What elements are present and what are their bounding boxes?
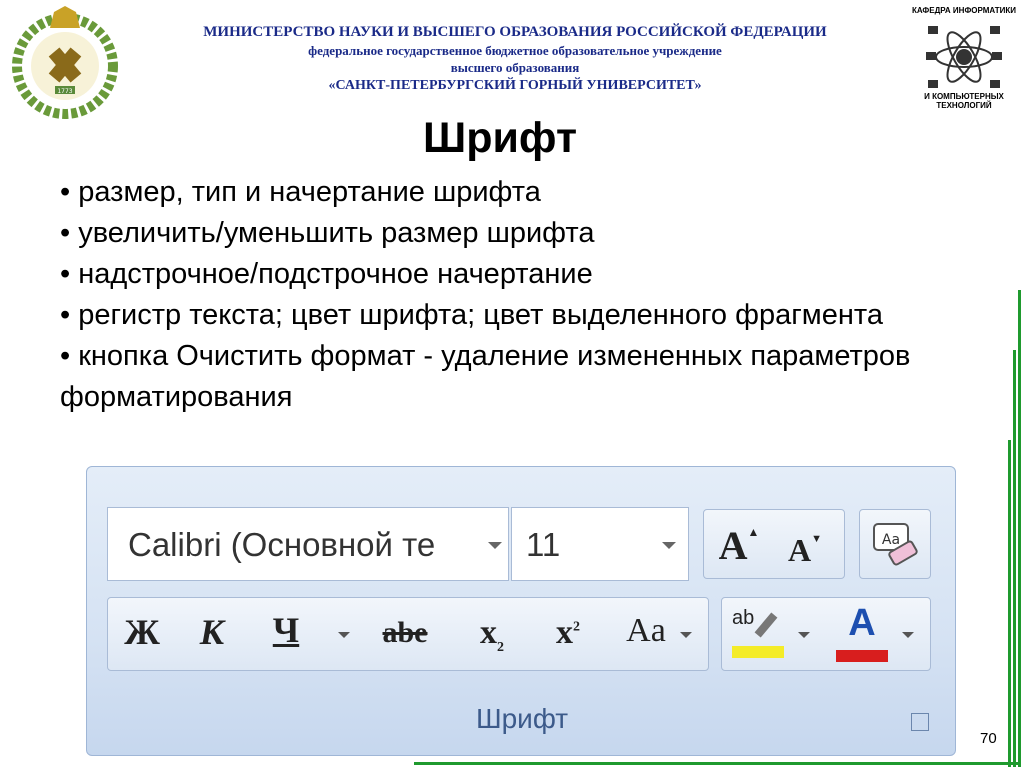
superscript-index: 2 [573,619,580,635]
color-buttons-group: ab A [721,597,931,671]
university-name: «САНКТ-ПЕТЕРБУРГСКИЙ ГОРНЫЙ УНИВЕРСИТЕТ» [328,78,702,93]
chevron-down-icon[interactable] [338,632,350,638]
institution-type: федеральное государственное бюджетное об… [308,43,722,58]
dialog-launcher-icon[interactable] [911,713,929,731]
department-name-bottom: И КОМПЬЮТЕРНЫХ ТЕХНОЛОГИЙ [924,92,1004,110]
bullet-item: • размер, тип и начертание шрифта [60,176,541,208]
frame-line [1013,350,1016,767]
crest-year: 1773 [57,88,72,95]
subscript-index: 2 [497,639,504,655]
frame-line [1008,440,1011,767]
strikethrough-button[interactable]: abe [370,618,440,648]
page-number: 70 [980,730,997,747]
bullet-item: • регистр текста; цвет шрифта; цвет выде… [60,299,883,331]
department-logo: КАФЕДРА ИНФОРМАТИКИ И КОМПЬЮТЕРНЫХ ТЕХНО… [908,2,1020,126]
computer-network-icon [926,26,1002,88]
slide-title: Шрифт [422,114,578,162]
clear-format-button[interactable]: Aa [868,520,922,568]
highlight-color-bar [732,646,784,658]
bullet-item: • кнопка Очистить формат - удаление изме… [60,340,911,413]
shrink-font-label: A [788,532,812,568]
font-name-combo[interactable]: Calibri (Основной те [107,507,509,581]
bullet-list: • размер, тип и начертание шрифта • увел… [60,172,920,418]
italic-button[interactable]: К [192,614,232,650]
chevron-down-icon[interactable] [488,542,502,549]
chevron-down-icon[interactable] [798,632,810,638]
department-name-top: КАФЕДРА ИНФОРМАТИКИ [911,6,1017,15]
arrow-up-icon: ▲ [747,525,760,539]
subscript-button[interactable]: x2 [462,616,522,655]
font-name-value: Calibri (Основной те [128,526,436,563]
frame-line [414,762,1020,765]
underline-button[interactable]: Ч [266,612,306,648]
institution-header: МИНИСТЕРСТВО НАУКИ И ВЫСШЕГО ОБРАЗОВАНИЯ… [130,22,900,95]
clear-format-label: Aa [882,532,900,548]
format-buttons-group: Ж К Ч abe x2 x2 Aa [107,597,709,671]
frame-line [1018,290,1021,767]
ministry-name: МИНИСТЕРСТВО НАУКИ И ВЫСШЕГО ОБРАЗОВАНИЯ… [203,24,827,40]
grow-font-label: A [718,523,748,568]
highlight-button[interactable]: ab [732,608,788,660]
superscript-button[interactable]: x2 [538,616,598,650]
arrow-down-icon: ▼ [811,533,822,545]
eraser-icon: Aa [873,523,918,566]
font-ribbon-group: Calibri (Основной те 11 A▲ A▼ Aa Ж К Ч a… [86,466,956,756]
grow-font-button[interactable]: A▲ [714,526,764,566]
education-level: высшего образования [450,60,580,75]
chevron-down-icon[interactable] [662,542,676,549]
university-crest-icon: 1773 [12,6,118,119]
subscript-label: x [480,614,497,651]
bullet-item: • увеличить/уменьшить размер шрифта [60,217,595,249]
clear-format-group: Aa [859,509,931,579]
font-color-bar [836,650,888,662]
ribbon-group-label: Шрифт [475,703,569,734]
bullet-item: • надстрочное/подстрочное начертание [60,258,593,290]
font-size-combo[interactable]: 11 [511,507,689,581]
grow-shrink-group: A▲ A▼ [703,509,845,579]
font-size-value: 11 [526,526,561,563]
font-color-button[interactable]: A [832,604,892,662]
chevron-down-icon[interactable] [680,632,692,638]
shrink-font-button[interactable]: A▼ [780,532,830,568]
bold-button[interactable]: Ж [122,614,162,650]
chevron-down-icon[interactable] [902,632,914,638]
font-color-label: A [848,602,876,644]
superscript-label: x [556,614,573,651]
change-case-button[interactable]: Aa [616,614,676,648]
